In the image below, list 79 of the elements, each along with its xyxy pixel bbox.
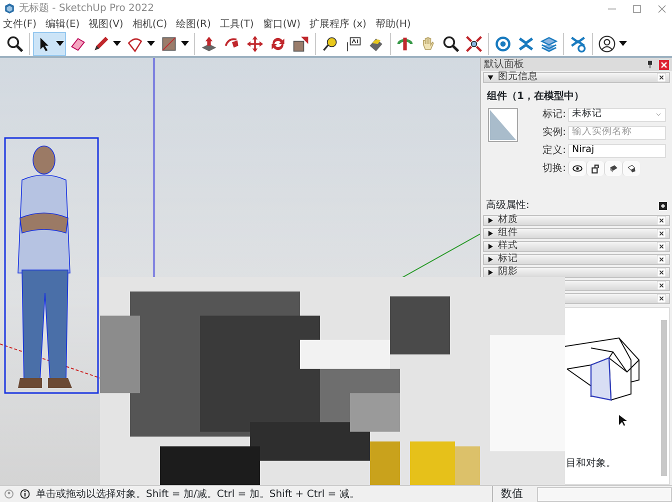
tag-dropdown[interactable]: 未标记: [568, 108, 666, 122]
instance-input[interactable]: 输入实例名称: [568, 126, 666, 140]
field-label: 定义:: [542, 144, 567, 158]
pin-icon[interactable]: [646, 60, 654, 69]
advanced-attributes-label: 高级属性:: [486, 198, 530, 213]
component-thumbnail: [488, 108, 518, 142]
zoom-extents-icon: [465, 34, 483, 52]
scrollbar[interactable]: [661, 320, 667, 476]
toggle-button[interactable]: [586, 161, 604, 176]
move-arrows-icon: [246, 34, 264, 52]
toggle-button[interactable]: [568, 161, 586, 176]
info-icon[interactable]: [20, 489, 30, 499]
tray-header[interactable]: 组件: [483, 228, 670, 239]
tray-header[interactable]: 图元信息: [483, 72, 670, 83]
tray-title: 阴影: [498, 265, 519, 280]
close-icon[interactable]: [657, 229, 666, 238]
stacked-layers-icon: [540, 34, 558, 52]
panel-title: 默认面板: [484, 58, 524, 72]
close-icon[interactable]: [657, 268, 666, 277]
menu-item[interactable]: 文件(F): [3, 16, 37, 32]
extension-gear-icon: [569, 34, 587, 52]
expand-icon[interactable]: [659, 200, 667, 210]
tray-header[interactable]: 材质: [483, 215, 670, 226]
definition-input[interactable]: Niraj: [568, 144, 666, 158]
status-hint: 单击或拖动以选择对象。Shift = 加/减。Ctrl = 加。Shift + Ctrl = 减。: [36, 488, 360, 502]
close-icon[interactable]: [657, 73, 666, 82]
orbit-icon: [396, 34, 414, 52]
field-label: 切换:: [542, 162, 567, 176]
tray-title: 组件: [498, 226, 519, 240]
close-icon[interactable]: [657, 255, 666, 264]
pencil-icon: [92, 34, 110, 52]
magnifier-icon: [6, 34, 24, 52]
entity-heading: 组件（1，在模型中）: [486, 90, 585, 104]
measurements-label: 数值: [492, 486, 531, 502]
eye-icon: [572, 163, 583, 174]
menu-item[interactable]: 扩展程序 (x): [310, 16, 366, 32]
app-logo-icon: [4, 3, 15, 14]
toggle-button[interactable]: [622, 161, 640, 176]
menu-item[interactable]: 工具(T): [220, 16, 254, 32]
tray-title: 样式: [498, 239, 519, 253]
tray-title: 材质: [498, 213, 519, 228]
magnifier-icon: [442, 34, 460, 52]
square-icon: [160, 34, 178, 52]
user-icon: [598, 34, 616, 52]
close-icon[interactable]: [657, 281, 666, 290]
person-figure[interactable]: [18, 146, 72, 388]
menu-item[interactable]: 编辑(E): [46, 16, 80, 32]
tray-header[interactable]: 样式: [483, 241, 670, 252]
shadow-receive-icon: [608, 163, 619, 174]
close-icon[interactable]: [657, 294, 666, 303]
close-icon[interactable]: [657, 242, 666, 251]
measurements-field[interactable]: [537, 486, 672, 502]
tray-title: 图元信息: [498, 70, 539, 84]
extension-icon: [517, 34, 535, 52]
tape-measure-icon: [321, 34, 339, 52]
lock-icon: [590, 163, 601, 174]
shadow-cast-icon: [626, 163, 637, 174]
menu-item[interactable]: 视图(V): [88, 16, 124, 32]
help-text: 目和对象。: [566, 456, 616, 471]
tray-header[interactable]: 标记: [483, 254, 670, 265]
toggle-button[interactable]: [604, 161, 622, 176]
menu-item[interactable]: 相机(C): [132, 16, 168, 32]
gear-icon: [494, 34, 512, 52]
tray-title: 标记: [498, 252, 519, 266]
window-title: 无标题 - SketchUp Pro 2022: [19, 2, 155, 16]
menu-item[interactable]: 绘图(R): [176, 16, 211, 32]
tray-header[interactable]: 阴影: [483, 267, 670, 278]
mouse-cursor-icon: [619, 415, 627, 426]
chevron-icon: [655, 112, 662, 117]
push-pull-icon: [200, 34, 218, 52]
close-icon[interactable]: [657, 216, 666, 225]
select-tool-button[interactable]: [33, 32, 66, 56]
text-label-icon: [344, 34, 362, 52]
field-label: 实例:: [542, 126, 567, 140]
menu-item[interactable]: 帮助(H): [375, 16, 411, 32]
menu-item[interactable]: 窗口(W): [262, 16, 301, 32]
collapse-arrow-icon[interactable]: [487, 74, 494, 81]
scale-icon: [292, 34, 310, 52]
field-label: 标记:: [542, 108, 567, 122]
